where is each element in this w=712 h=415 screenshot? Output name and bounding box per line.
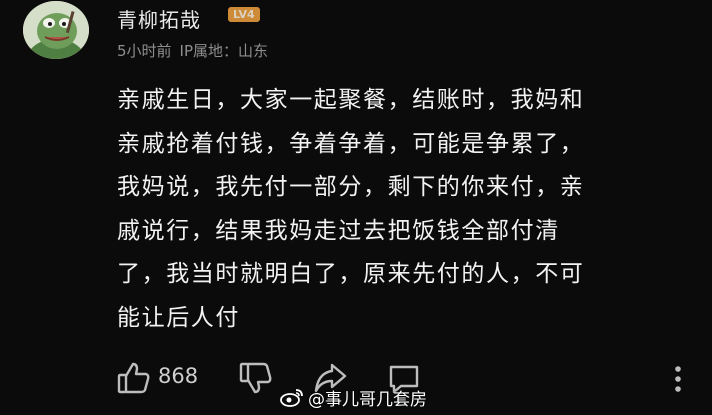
watermark-text: @事儿哥几套房 <box>308 389 427 410</box>
comment-body: 亲戚生日，大家一起聚餐，结账时，我妈和 亲戚抢着付钱，争着争着，可能是争累了， … <box>117 79 697 340</box>
comment-line: 能让后人付 <box>117 304 240 331</box>
dislike-icon[interactable] <box>238 360 274 396</box>
more-options-icon[interactable] <box>669 362 687 396</box>
username[interactable]: 青柳拓哉 <box>117 4 201 33</box>
watermark: @事儿哥几套房 <box>280 383 427 411</box>
user-avatar[interactable] <box>23 1 89 59</box>
comment-line: 亲戚生日，大家一起聚餐，结账时，我妈和 <box>117 87 585 113</box>
post-time: 5小时前 <box>117 42 172 60</box>
weibo-logo-icon <box>280 387 304 407</box>
comment-line: 我妈说，我先付一部分，剩下的你来付，亲 <box>117 174 585 200</box>
like-count: 868 <box>158 364 199 388</box>
level-badge: LV4 <box>228 7 260 22</box>
comment-meta: 5小时前 IP属地：山东 <box>117 40 268 61</box>
comment-line: 了，我当时就明白了，原来先付的人，不可 <box>117 261 585 287</box>
like-icon[interactable] <box>116 360 152 396</box>
ip-location: IP属地：山东 <box>179 42 269 60</box>
comment-line: 亲戚抢着付钱，争着争着，可能是争累了， <box>117 130 585 157</box>
comment-line: 戚说行，结果我妈走过去把饭钱全部付清 <box>117 217 560 244</box>
